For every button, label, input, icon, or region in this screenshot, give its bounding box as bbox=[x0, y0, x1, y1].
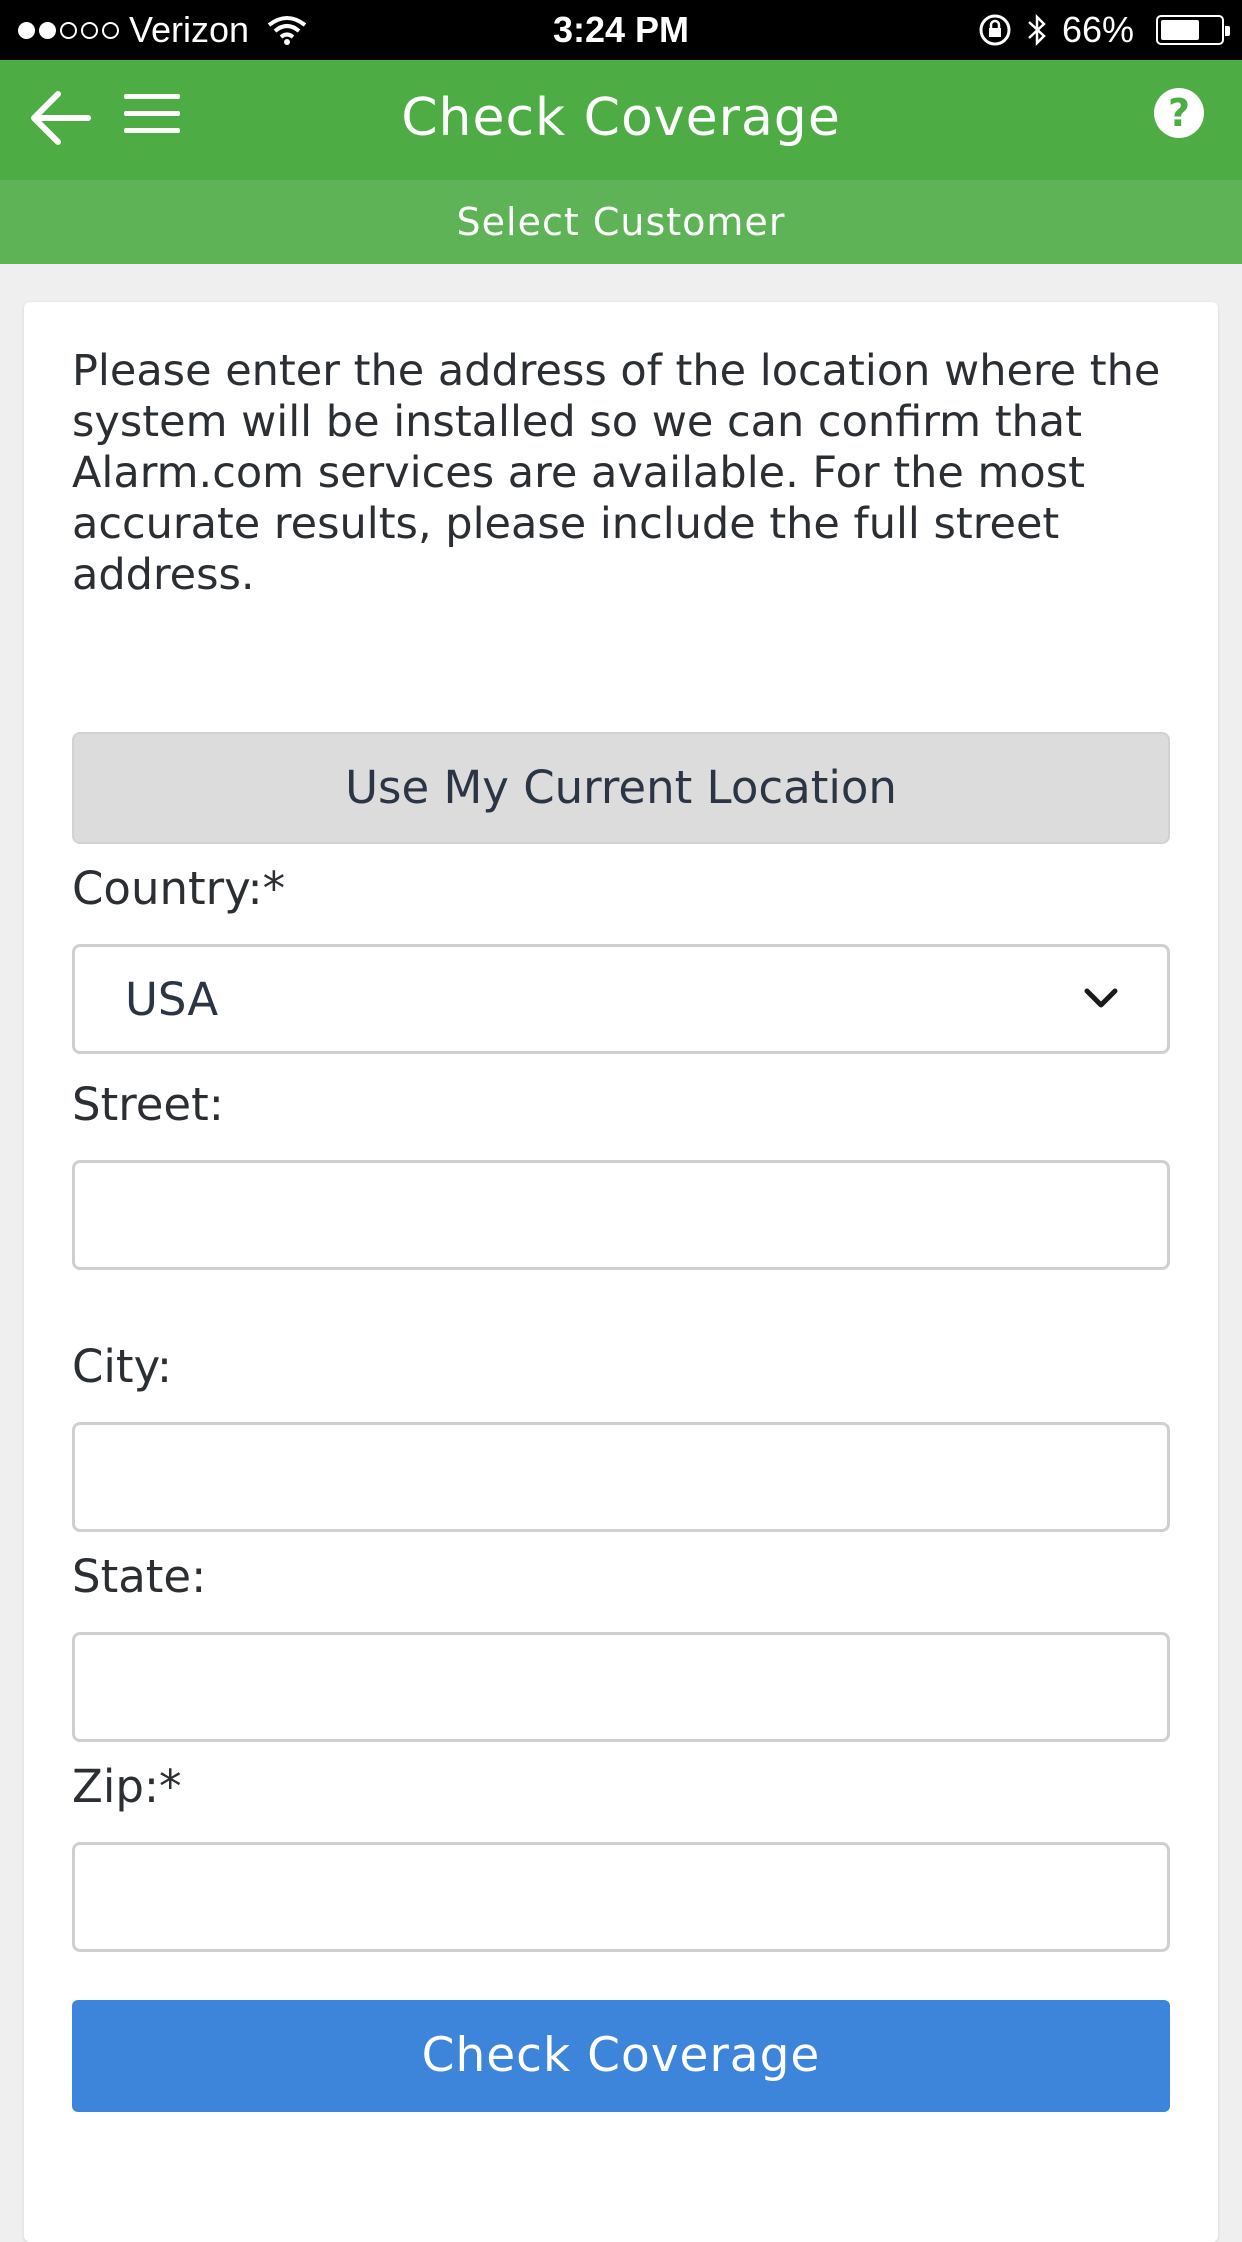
check-coverage-button[interactable]: Check Coverage bbox=[72, 2000, 1170, 2112]
use-current-location-button[interactable]: Use My Current Location bbox=[72, 732, 1170, 844]
coverage-form-card: Please enter the address of the location… bbox=[24, 302, 1218, 2242]
page-title: Check Coverage bbox=[401, 88, 841, 148]
status-right: 66% bbox=[978, 9, 1230, 51]
bluetooth-icon bbox=[1028, 13, 1046, 47]
battery-fill bbox=[1161, 20, 1200, 40]
select-customer-step[interactable]: Select Customer bbox=[0, 180, 1242, 264]
battery-percent: 66% bbox=[1061, 9, 1134, 50]
battery-icon bbox=[1156, 15, 1230, 45]
country-label: Country:* bbox=[72, 862, 286, 915]
chevron-down-icon bbox=[1084, 988, 1118, 1008]
help-icon[interactable]: ? bbox=[1154, 88, 1204, 138]
street-label: Street: bbox=[72, 1078, 224, 1131]
city-label: City: bbox=[72, 1340, 173, 1393]
street-input[interactable] bbox=[72, 1160, 1170, 1270]
state-label: State: bbox=[72, 1550, 207, 1603]
zip-input[interactable] bbox=[72, 1842, 1170, 1952]
city-input[interactable] bbox=[72, 1422, 1170, 1532]
status-bar: Verizon 3:24 PM 66% bbox=[0, 0, 1242, 60]
country-select[interactable]: USA bbox=[72, 944, 1170, 1054]
app-header: Check Coverage ? bbox=[0, 60, 1242, 180]
instructions-text: Please enter the address of the location… bbox=[72, 346, 1161, 600]
state-input[interactable] bbox=[72, 1632, 1170, 1742]
country-selected-value: USA bbox=[125, 973, 219, 1026]
zip-label: Zip:* bbox=[72, 1760, 182, 1813]
orientation-lock-icon bbox=[979, 14, 1011, 46]
